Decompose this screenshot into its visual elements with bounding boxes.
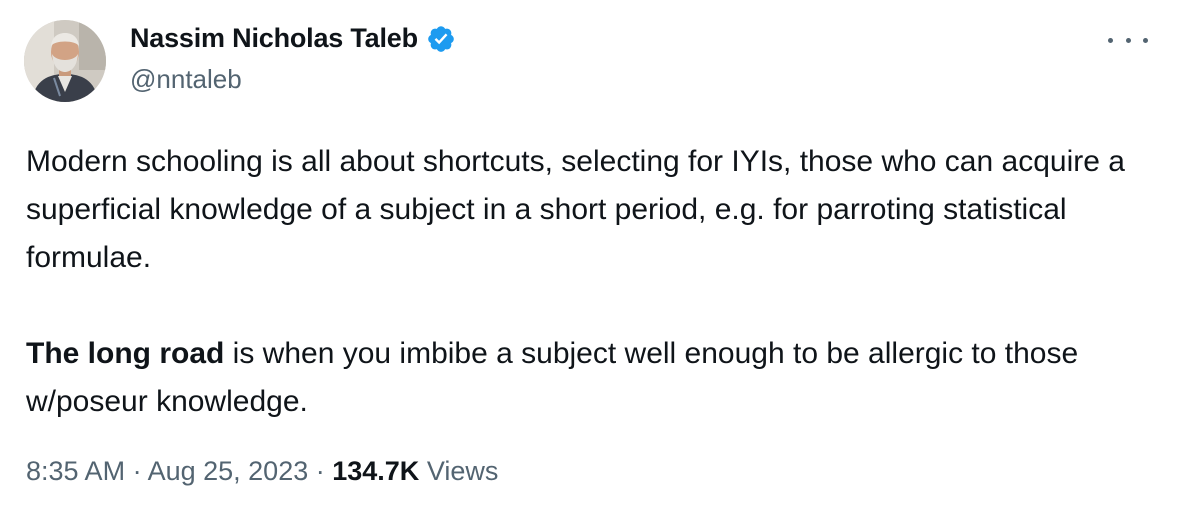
- views-count: 134.7K: [332, 456, 420, 486]
- tweet-time: 8:35 AM: [26, 456, 126, 486]
- meta-separator: ·: [125, 456, 148, 486]
- tweet-meta: 8:35 AM · Aug 25, 2023 · 134.7K Views: [26, 456, 498, 487]
- more-dot: [1125, 37, 1131, 43]
- author-display-name[interactable]: Nassim Nicholas Taleb: [130, 23, 418, 54]
- meta-separator: ·: [308, 456, 333, 486]
- author-handle[interactable]: @nntaleb: [130, 64, 242, 95]
- tweet-text: Modern schooling is all about shortcuts,…: [26, 138, 1156, 426]
- views-label: Views: [419, 456, 499, 486]
- tweet-timestamp-link[interactable]: 8:35 AM · Aug 25, 2023: [26, 456, 308, 486]
- verified-badge-icon[interactable]: [426, 24, 456, 54]
- more-dot: [1108, 37, 1113, 43]
- tweet-paragraph-2: The long road is when you imbibe a subje…: [26, 330, 1156, 426]
- tweet-date: Aug 25, 2023: [147, 456, 309, 486]
- more-icon[interactable]: [1108, 30, 1148, 50]
- author-name-row: Nassim Nicholas Taleb: [130, 22, 456, 54]
- tweet-bold-phrase: The long road: [26, 337, 225, 370]
- avatar[interactable]: [24, 20, 106, 102]
- avatar-photo: [24, 20, 106, 102]
- more-dot: [1143, 37, 1148, 43]
- tweet-paragraph-1: Modern schooling is all about shortcuts,…: [26, 145, 1125, 274]
- tweet-card: Nassim Nicholas Taleb @nntaleb Modern sc…: [0, 0, 1178, 518]
